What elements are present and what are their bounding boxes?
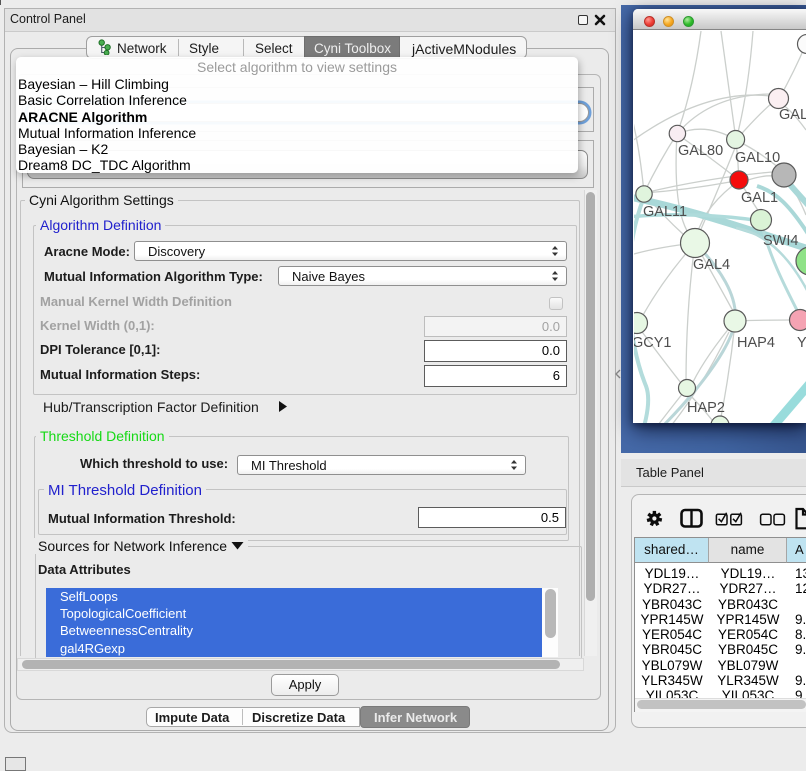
svg-text:GAL2: GAL2	[779, 107, 806, 123]
svg-text:YJ: YJ	[797, 335, 806, 351]
svg-text:GAL80: GAL80	[678, 143, 723, 159]
svg-text:GAL4: GAL4	[693, 257, 730, 273]
svg-text:HAP2: HAP2	[687, 400, 725, 416]
svg-text:GAL11: GAL11	[643, 204, 687, 220]
svg-text:HAP4: HAP4	[737, 335, 775, 351]
svg-text:SWI4: SWI4	[763, 233, 798, 249]
svg-text:GAL1: GAL1	[741, 190, 778, 206]
svg-text:GCY1: GCY1	[634, 335, 672, 351]
svg-text:GAL10: GAL10	[735, 150, 780, 166]
